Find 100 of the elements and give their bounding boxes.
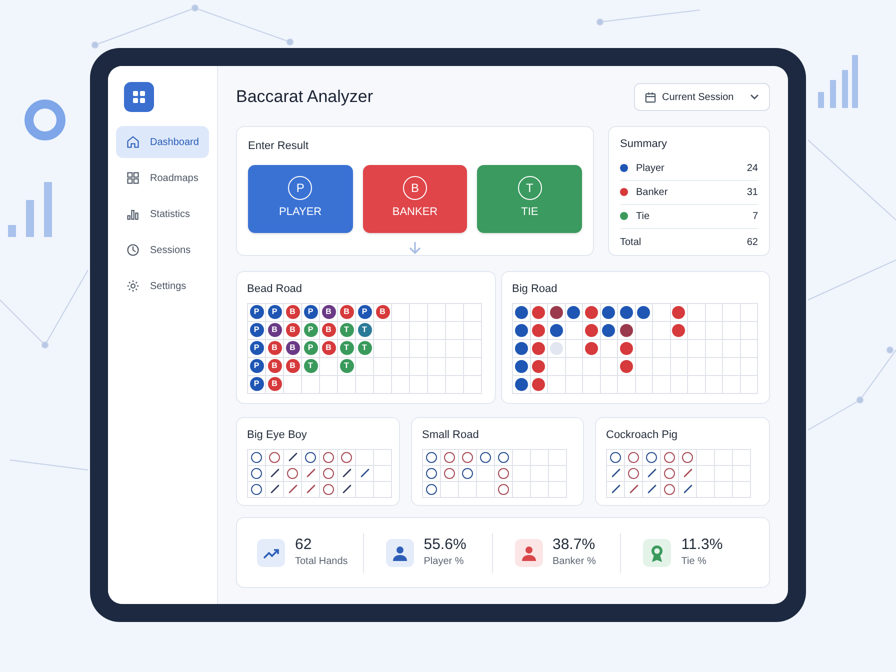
- bead: P: [250, 323, 264, 337]
- grid-cell: [428, 376, 446, 394]
- card-title: Cockroach Pig: [606, 428, 679, 443]
- grid-cell: [740, 358, 758, 376]
- home-icon: [126, 135, 140, 149]
- legend-label: Tie: [636, 210, 651, 224]
- total-value: 62: [746, 236, 758, 250]
- grid-cell: [392, 340, 410, 358]
- bead: P: [358, 305, 372, 319]
- bead: T: [340, 323, 354, 337]
- grid-cell: [653, 376, 670, 394]
- grid-cell: [446, 376, 464, 394]
- grid-cell: [566, 358, 583, 376]
- bead: P: [250, 341, 264, 355]
- bead: B: [286, 305, 300, 319]
- sidebar-item[interactable]: Settings: [116, 270, 209, 302]
- sidebar-item[interactable]: Dashboard: [116, 126, 209, 158]
- grid-cell: [733, 466, 751, 482]
- grid-cell: [715, 466, 733, 482]
- bead: P: [250, 305, 264, 319]
- count-value: 24: [746, 162, 758, 176]
- bead: B: [286, 323, 300, 337]
- legend-label: Player: [636, 162, 666, 176]
- bead: B: [268, 377, 282, 391]
- grid-cell: [706, 340, 723, 358]
- grid-cell: [715, 482, 733, 498]
- grid-cell: [464, 322, 482, 340]
- result-button[interactable]: T TIE: [477, 164, 582, 232]
- session-dropdown[interactable]: Current Session: [634, 83, 770, 111]
- bead: P: [304, 341, 318, 355]
- card-title: Summary: [620, 137, 668, 152]
- result-button[interactable]: B BANKER: [362, 164, 468, 232]
- grid-cell: [356, 376, 374, 394]
- bead: T: [358, 341, 372, 355]
- grid-cell: [670, 358, 688, 376]
- bead: B: [286, 359, 300, 373]
- grid-cell: [653, 340, 670, 358]
- grid-cell: [706, 358, 723, 376]
- grid-cell: [392, 358, 410, 376]
- grid-cell: [446, 322, 464, 340]
- grid-cell: [740, 340, 758, 358]
- stat-label: Tie %: [681, 555, 708, 569]
- grid-cell: [723, 322, 740, 340]
- stat-value: 11.3%: [681, 536, 723, 554]
- grid-cell: [688, 358, 706, 376]
- sidebar-item[interactable]: Statistics: [116, 198, 209, 230]
- grid-cell: [464, 376, 482, 394]
- grid-cell: [374, 358, 392, 376]
- result-button[interactable]: P PLAYER: [248, 164, 353, 232]
- count-value: 31: [746, 186, 758, 200]
- grid-cell: [733, 482, 751, 498]
- grid-cell: [410, 340, 428, 358]
- grid-cell: [446, 358, 464, 376]
- calendar-icon: [645, 92, 656, 102]
- grid-cell: [464, 340, 482, 358]
- grid-cell: [670, 376, 688, 394]
- grid-cell: [410, 376, 428, 394]
- grid-cell: [723, 376, 740, 394]
- grid-cell: [566, 376, 583, 394]
- card-title: Big Eye Boy: [247, 428, 308, 443]
- clock-icon: [126, 243, 140, 257]
- grid-cell: [688, 376, 706, 394]
- bead: B: [322, 341, 336, 355]
- grid-cell: [374, 376, 392, 394]
- grid-cell: [740, 376, 758, 394]
- bead: B: [322, 323, 336, 337]
- grid-cell: [392, 376, 410, 394]
- grid-cell: [428, 340, 446, 358]
- grid-cell: [392, 322, 410, 340]
- arrow-down-icon: [408, 241, 422, 255]
- legend-label: Banker: [636, 186, 669, 200]
- grid-cell: [374, 482, 392, 498]
- bead: T: [340, 359, 354, 373]
- bead: T: [358, 323, 372, 337]
- sidebar-item[interactable]: Sessions: [116, 234, 209, 266]
- bead: B: [340, 305, 354, 319]
- bar-chart-icon: [126, 207, 140, 221]
- grid-cell: [549, 482, 567, 498]
- total-label: Total: [620, 236, 642, 250]
- app-logo-icon[interactable]: [124, 82, 154, 112]
- sidebar-item[interactable]: Roadmaps: [116, 162, 209, 194]
- grid-cell: [636, 376, 653, 394]
- bead: B: [268, 341, 282, 355]
- bead: P: [250, 377, 264, 391]
- card-title: Bead Road: [247, 282, 304, 297]
- grid-cell: [583, 376, 600, 394]
- stat-value: 55.6%: [424, 536, 466, 554]
- grid-icon: [126, 171, 140, 185]
- bead: P: [268, 305, 282, 319]
- grid-cell: [688, 340, 706, 358]
- bead: B: [268, 323, 282, 337]
- grid-cell: [706, 322, 723, 340]
- bead: B: [322, 305, 336, 319]
- grid-cell: [549, 466, 567, 482]
- bead: T: [340, 341, 354, 355]
- stat-label: Player %: [424, 555, 465, 569]
- settings-icon: [126, 279, 140, 293]
- stat-label: Banker %: [552, 555, 596, 569]
- bead: B: [286, 341, 300, 355]
- grid-cell: [740, 322, 758, 340]
